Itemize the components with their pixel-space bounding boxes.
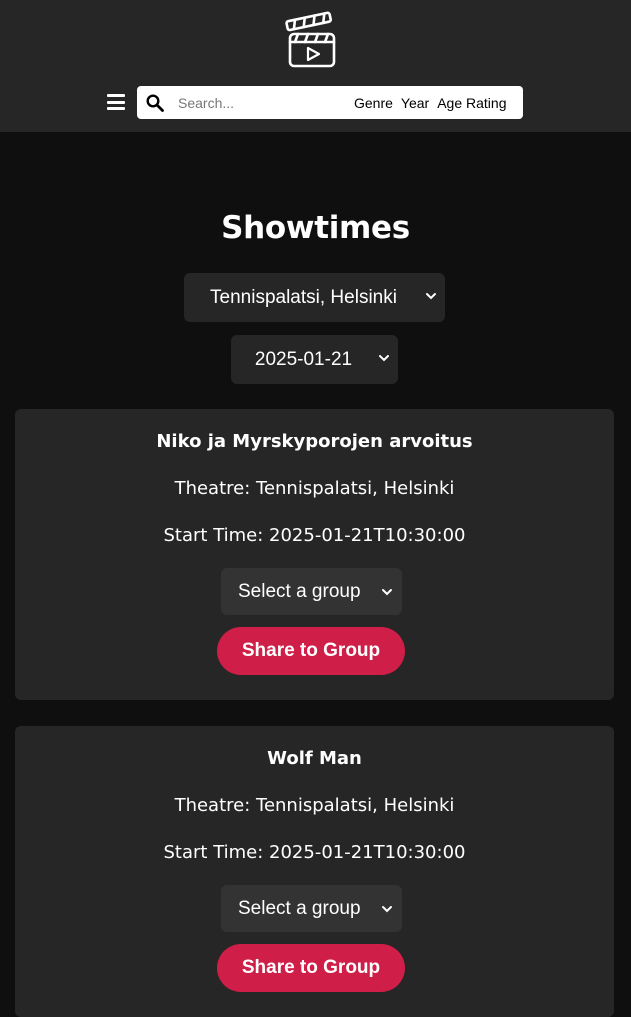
chevron-down-icon bbox=[426, 293, 436, 300]
showtime-card: Niko ja Myrskyporojen arvoitus Theatre: … bbox=[15, 409, 614, 700]
menu-bar bbox=[107, 94, 125, 97]
chevron-down-icon bbox=[382, 906, 392, 913]
filter-year[interactable]: Year bbox=[401, 95, 429, 111]
filter-age-rating[interactable]: Age Rating bbox=[437, 95, 506, 111]
date-select-value: 2025-01-21 bbox=[254, 348, 353, 370]
start-time-text: Start Time: 2025-01-21T10:30:00 bbox=[163, 525, 466, 546]
chevron-down-icon bbox=[382, 589, 392, 596]
group-select[interactable]: Select a group bbox=[221, 568, 402, 615]
share-to-group-button[interactable]: Share to Group bbox=[217, 944, 405, 992]
group-select-value: Select a group bbox=[238, 897, 361, 919]
theatre-text: Theatre: Tennispalatsi, Helsinki bbox=[174, 478, 455, 499]
theatre-select-value: Tennispalatsi, Helsinki bbox=[210, 286, 397, 308]
search-input[interactable] bbox=[178, 94, 354, 111]
page-title: Showtimes bbox=[221, 210, 410, 246]
movie-title: Niko ja Myrskyporojen arvoitus bbox=[156, 431, 473, 452]
share-to-group-button[interactable]: Share to Group bbox=[217, 627, 405, 675]
start-time-text: Start Time: 2025-01-21T10:30:00 bbox=[163, 842, 466, 863]
menu-bar bbox=[107, 100, 125, 104]
theatre-text: Theatre: Tennispalatsi, Helsinki bbox=[174, 795, 455, 816]
search-bar[interactable]: Genre Year Age Rating bbox=[137, 86, 523, 119]
search-icon[interactable] bbox=[146, 93, 164, 112]
group-select-value: Select a group bbox=[238, 580, 361, 602]
group-select[interactable]: Select a group bbox=[221, 885, 402, 932]
showtime-card: Wolf Man Theatre: Tennispalatsi, Helsink… bbox=[15, 726, 614, 1017]
top-header: Genre Year Age Rating bbox=[0, 0, 631, 132]
theatre-select[interactable]: Tennispalatsi, Helsinki bbox=[184, 273, 445, 322]
clapperboard-play-icon[interactable] bbox=[284, 10, 340, 70]
menu-bar bbox=[107, 107, 125, 110]
filter-genre[interactable]: Genre bbox=[354, 95, 393, 111]
date-select[interactable]: 2025-01-21 bbox=[231, 335, 398, 384]
hamburger-menu-icon[interactable] bbox=[106, 92, 126, 112]
chevron-down-icon bbox=[379, 355, 389, 362]
movie-title: Wolf Man bbox=[267, 748, 362, 769]
